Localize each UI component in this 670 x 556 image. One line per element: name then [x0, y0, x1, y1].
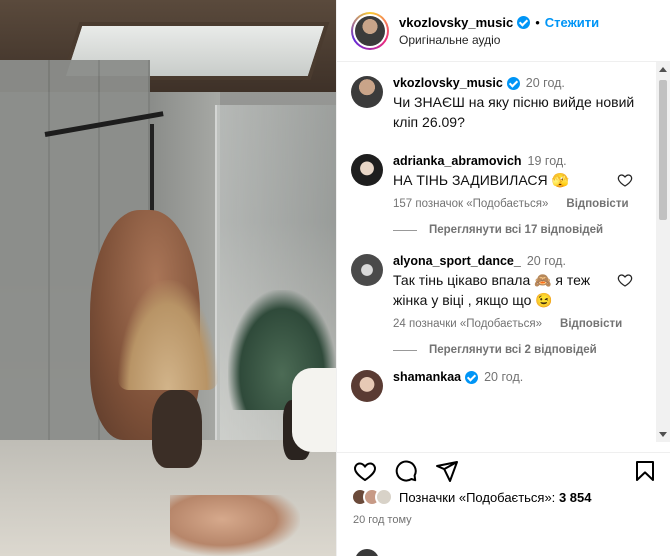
author-username[interactable]: vkozlovsky_music: [399, 15, 513, 30]
comment-time[interactable]: 20 год.: [527, 254, 566, 268]
replies-divider: [393, 229, 417, 231]
heart-icon[interactable]: [353, 459, 377, 483]
comment-icon[interactable]: [394, 459, 418, 483]
view-replies-label[interactable]: Переглянути всі 17 відповідей: [429, 224, 603, 236]
comment-username[interactable]: adrianka_abramovich: [393, 154, 522, 168]
action-bar: [337, 452, 670, 486]
comment-avatar[interactable]: [351, 254, 383, 286]
audio-link[interactable]: Оригінальне аудіо: [399, 33, 599, 47]
like-comment-heart-icon[interactable]: [617, 272, 633, 288]
comment-username[interactable]: shamankaa: [393, 370, 461, 384]
likes-label: Позначки «Подобається»:: [399, 489, 556, 505]
share-icon[interactable]: [435, 459, 459, 483]
likes-count[interactable]: 3 854: [559, 490, 592, 505]
comment-time[interactable]: 19 год.: [528, 154, 567, 168]
scrollbar-thumb[interactable]: [659, 80, 667, 220]
scroll-down-arrow-icon[interactable]: [659, 432, 667, 437]
bookmark-icon[interactable]: [633, 459, 657, 483]
view-replies-button[interactable]: Переглянути всі 2 відповідей: [337, 330, 657, 356]
caption-avatar[interactable]: [351, 76, 383, 108]
verified-icon: [465, 370, 479, 384]
author-avatar[interactable]: [351, 11, 389, 50]
likes-summary[interactable]: Позначки «Подобається»: 3 854: [351, 488, 591, 506]
verified-icon: [506, 76, 520, 90]
caption-text: Чи ЗНАЄШ на яку пісню вийде новий кліп 2…: [393, 94, 635, 130]
post-timestamp[interactable]: 20 год тому: [353, 514, 412, 526]
comment-likes-count[interactable]: 157 позначок «Подобається»: [393, 198, 548, 210]
post-photo[interactable]: [0, 0, 336, 556]
comment-item: shamankaa 20 год.: [337, 356, 657, 402]
separator-dot: •: [535, 14, 540, 30]
current-user-avatar: [355, 549, 379, 556]
photo-bathtub: [292, 368, 336, 452]
comment-avatar[interactable]: [351, 154, 383, 186]
comment-item: alyona_sport_dance_ 20 год. Так тінь цік…: [337, 236, 657, 330]
view-replies-label[interactable]: Переглянути всі 2 відповідей: [429, 344, 597, 356]
liker-avatar: [375, 488, 393, 506]
comments-scrollbar[interactable]: [656, 62, 670, 442]
post-panel: vkozlovsky_music • Стежити Оригінальне а…: [336, 0, 670, 556]
photo-dried-palm: [118, 280, 218, 390]
post-header: vkozlovsky_music • Стежити Оригінальне а…: [337, 0, 670, 62]
view-replies-button[interactable]: Переглянути всі 17 відповідей: [337, 210, 657, 236]
comment-item: adrianka_abramovich 19 год. НА ТІНЬ ЗАДИ…: [337, 132, 657, 210]
caption-time[interactable]: 20 год.: [526, 76, 565, 90]
scroll-up-arrow-icon[interactable]: [659, 67, 667, 72]
comment-avatar[interactable]: [351, 370, 383, 402]
comments-list: vkozlovsky_music 20 год. Чи ЗНАЄШ на яку…: [337, 62, 657, 442]
verified-icon: [517, 15, 531, 29]
caption: vkozlovsky_music 20 год. Чи ЗНАЄШ на яку…: [337, 62, 657, 132]
comment-text: НА ТІНЬ ЗАДИВИЛАСЯ 🫣: [393, 172, 569, 188]
caption-username[interactable]: vkozlovsky_music: [393, 76, 503, 90]
photo-feet: [170, 495, 300, 556]
follow-button[interactable]: Стежити: [545, 15, 599, 30]
comment-time[interactable]: 20 год.: [484, 370, 523, 384]
replies-divider: [393, 349, 417, 351]
comment-likes-count[interactable]: 24 позначки «Подобається»: [393, 318, 542, 330]
like-comment-heart-icon[interactable]: [617, 172, 633, 188]
reply-button[interactable]: Відповісти: [566, 198, 628, 210]
comment-text: Так тінь цікаво впала 🙈 я теж жінка у ві…: [393, 272, 591, 308]
reply-button[interactable]: Відповісти: [560, 318, 622, 330]
comment-username[interactable]: alyona_sport_dance_: [393, 254, 521, 268]
photo-vase: [152, 390, 202, 468]
